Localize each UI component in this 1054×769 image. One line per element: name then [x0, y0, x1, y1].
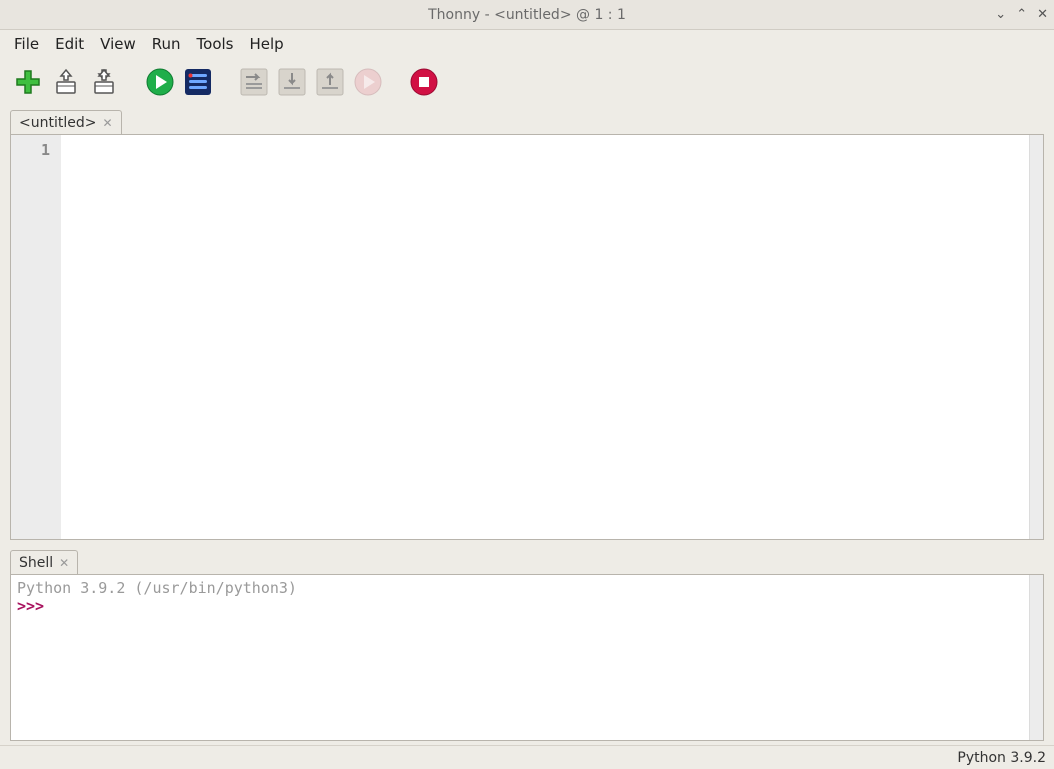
- interpreter-status[interactable]: Python 3.9.2: [957, 750, 1046, 766]
- step-out-button[interactable]: [314, 66, 346, 98]
- menu-view[interactable]: View: [92, 31, 144, 57]
- stop-button[interactable]: [408, 66, 440, 98]
- menu-tools[interactable]: Tools: [189, 31, 242, 57]
- titlebar: Thonny - <untitled> @ 1 : 1 ⌄ ⌃ ✕: [0, 0, 1054, 30]
- editor-tab-label: <untitled>: [19, 115, 96, 131]
- line-number-gutter: 1: [11, 135, 61, 539]
- menu-run[interactable]: Run: [144, 31, 189, 57]
- statusbar: Python 3.9.2: [0, 745, 1054, 769]
- menu-help[interactable]: Help: [242, 31, 292, 57]
- window-controls: ⌄ ⌃ ✕: [995, 8, 1048, 21]
- code-editor[interactable]: [61, 135, 1029, 539]
- step-over-icon: [239, 67, 269, 97]
- save-file-button[interactable]: [88, 66, 120, 98]
- run-button[interactable]: [144, 66, 176, 98]
- open-file-button[interactable]: [50, 66, 82, 98]
- shell-version-line: Python 3.9.2 (/usr/bin/python3): [17, 579, 1023, 597]
- shell-tab-label: Shell: [19, 555, 53, 571]
- editor-tab-untitled[interactable]: <untitled> ✕: [10, 110, 122, 135]
- shell-output[interactable]: Python 3.9.2 (/usr/bin/python3) >>>: [11, 575, 1029, 740]
- step-out-icon: [315, 67, 345, 97]
- debug-icon: [183, 67, 213, 97]
- editor-panel: <untitled> ✕ 1: [10, 106, 1044, 540]
- rollup-button[interactable]: ⌄: [995, 8, 1006, 21]
- window-title: Thonny - <untitled> @ 1 : 1: [428, 7, 626, 23]
- editor-scrollbar[interactable]: [1029, 135, 1043, 539]
- menu-file[interactable]: File: [6, 31, 47, 57]
- shell-tab[interactable]: Shell ✕: [10, 550, 78, 575]
- play-icon: [145, 67, 175, 97]
- editor-tabs: <untitled> ✕: [10, 106, 1044, 134]
- close-shell-tab-icon[interactable]: ✕: [59, 557, 69, 569]
- step-into-icon: [277, 67, 307, 97]
- shell-panel: Shell ✕ Python 3.9.2 (/usr/bin/python3) …: [10, 546, 1044, 741]
- editor-frame: 1: [10, 134, 1044, 540]
- step-over-button[interactable]: [238, 66, 270, 98]
- shell-tabs: Shell ✕: [10, 546, 1044, 574]
- shell-frame: Python 3.9.2 (/usr/bin/python3) >>>: [10, 574, 1044, 741]
- shell-scrollbar[interactable]: [1029, 575, 1043, 740]
- close-tab-icon[interactable]: ✕: [102, 117, 112, 129]
- main-area: <untitled> ✕ 1 Shell ✕ Python 3.9.2 (/us…: [0, 106, 1054, 745]
- plus-icon: [14, 68, 42, 96]
- close-window-button[interactable]: ✕: [1037, 8, 1048, 21]
- resume-button[interactable]: [352, 66, 384, 98]
- shell-prompt: >>>: [17, 597, 44, 615]
- resume-icon: [353, 67, 383, 97]
- step-into-button[interactable]: [276, 66, 308, 98]
- open-icon: [53, 68, 79, 96]
- new-file-button[interactable]: [12, 66, 44, 98]
- save-icon: [91, 68, 117, 96]
- menu-edit[interactable]: Edit: [47, 31, 92, 57]
- toolbar: [0, 58, 1054, 106]
- debug-button[interactable]: [182, 66, 214, 98]
- line-number: 1: [17, 141, 50, 159]
- menubar: File Edit View Run Tools Help: [0, 30, 1054, 58]
- stop-icon: [409, 67, 439, 97]
- maximize-button[interactable]: ⌃: [1016, 8, 1027, 21]
